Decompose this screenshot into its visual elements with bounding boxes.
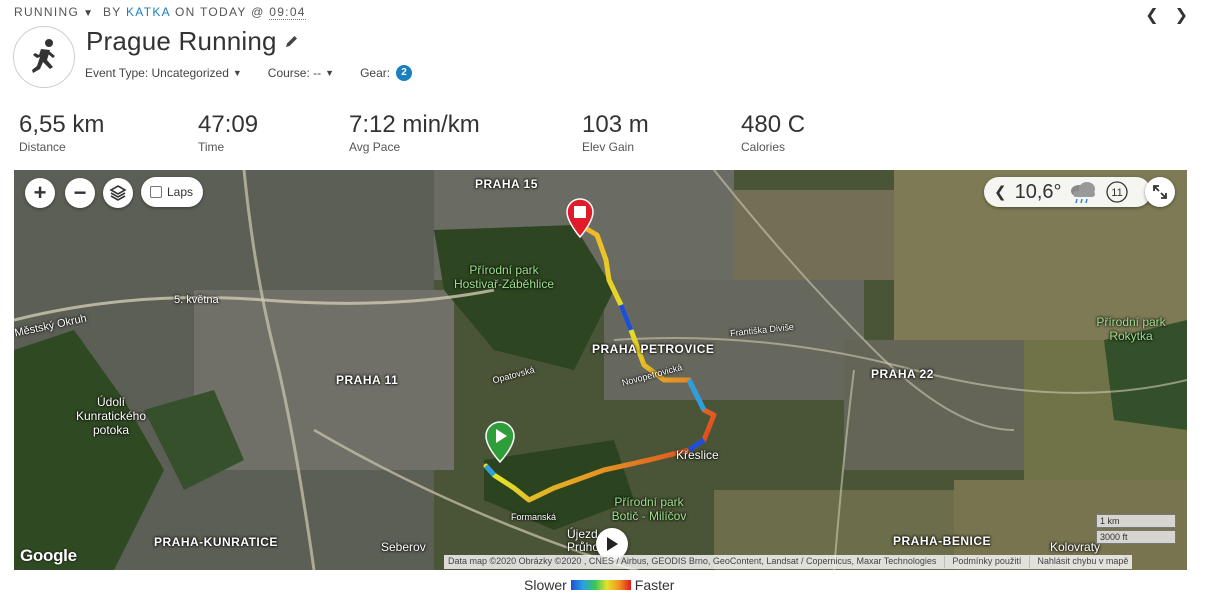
- fullscreen-button[interactable]: [1145, 177, 1175, 207]
- caret-down-icon[interactable]: ▼: [83, 8, 94, 19]
- stat-label: Distance: [19, 140, 66, 154]
- stat-label: Elev Gain: [582, 140, 635, 154]
- map-layers-button[interactable]: [103, 178, 133, 208]
- stat-time: 47:09 Time: [198, 111, 258, 154]
- activity-stats: 6,55 km Distance 47:09 Time 7:12 min/km Avg…: [19, 111, 1199, 161]
- map-scale: 1 km 3000 ft: [1096, 514, 1176, 546]
- activity-breadcrumb: RUNNING ▼ BY KATKA ON TODAY @ 09:04: [14, 5, 306, 20]
- running-icon: [13, 26, 75, 88]
- event-type-label: Event Type: Uncategorized: [85, 66, 229, 80]
- map-label: Seberov: [381, 540, 426, 554]
- rain-cloud-icon: [1070, 182, 1095, 204]
- park-label: Přírodní park Botič - Milíčov: [611, 495, 687, 523]
- legend-slower: Slower: [524, 577, 567, 593]
- terms-link[interactable]: Podmínky použití: [944, 556, 1021, 568]
- by-label: BY: [102, 5, 122, 19]
- gear-label: Gear:: [360, 66, 391, 80]
- legend-faster: Faster: [634, 577, 675, 593]
- stat-label: Calories: [741, 140, 786, 154]
- activity-type[interactable]: RUNNING: [14, 5, 79, 19]
- stat-distance: 6,55 km Distance: [19, 111, 104, 154]
- pace-legend: Slower Faster: [524, 577, 674, 593]
- map-attribution: Data map ©2020 Obrázky ©2020 , CNES / Ai…: [444, 555, 1133, 569]
- chevron-left-icon[interactable]: ❮: [994, 183, 1007, 201]
- map-label: Údolí Kunratického potoka: [75, 395, 147, 437]
- wind-speed: 11: [1111, 187, 1122, 199]
- scale-ft: 3000 ft: [1096, 530, 1176, 544]
- author-link[interactable]: KATKA: [126, 5, 170, 19]
- map-label: PRAHA 22: [871, 367, 934, 381]
- street-label: Formanská: [511, 512, 557, 522]
- google-logo: Google: [20, 546, 77, 565]
- temperature-value: 10,6°: [1014, 180, 1062, 203]
- stat-value: 103 m: [582, 111, 649, 138]
- zoom-out-button[interactable]: −: [65, 178, 95, 208]
- park-label: Přírodní park Rokytka: [1096, 315, 1166, 343]
- map-label: PRAHA PETROVICE: [592, 342, 715, 356]
- laps-label: Laps: [167, 185, 194, 199]
- expand-icon: [1153, 185, 1167, 199]
- pace-gradient-bar: [570, 580, 631, 590]
- stat-value: 7:12 min/km: [349, 111, 480, 138]
- gear-count-badge[interactable]: 2: [396, 65, 413, 81]
- report-link[interactable]: Nahlásit chybu v mapě: [1029, 556, 1128, 568]
- start-marker-icon[interactable]: [484, 421, 516, 463]
- activity-title[interactable]: Prague Running: [86, 26, 277, 57]
- map-label: PRAHA-BENICE: [893, 534, 992, 548]
- play-icon: [607, 537, 618, 551]
- course-label: Course: --: [267, 66, 322, 80]
- map-label: PRAHA 15: [475, 177, 538, 191]
- stat-label: Avg Pace: [349, 140, 401, 154]
- laps-toggle[interactable]: Laps: [141, 177, 203, 207]
- title-row: Prague Running: [86, 26, 298, 57]
- next-activity-icon[interactable]: ❯: [1175, 7, 1188, 24]
- park-label: Přírodní park Hostivař-Záběhlice: [453, 263, 555, 291]
- previous-activity-icon[interactable]: ❮: [1145, 7, 1158, 24]
- stat-elev-gain: 103 m Elev Gain: [582, 111, 649, 154]
- stat-label: Time: [198, 140, 225, 154]
- caret-down-icon: ▼: [325, 68, 335, 78]
- satellite-map-background[interactable]: [14, 170, 1187, 570]
- map-label: PRAHA-KUNRATICE: [154, 535, 278, 549]
- layers-icon: [109, 185, 127, 201]
- edit-pencil-icon[interactable]: [285, 35, 298, 48]
- stat-avg-pace: 7:12 min/km Avg Pace: [349, 111, 480, 154]
- stat-calories: 480 C Calories: [741, 111, 805, 154]
- wind-direction-icon: 11: [1105, 181, 1128, 203]
- stat-value: 47:09: [198, 111, 259, 138]
- event-type-dropdown[interactable]: Event Type: Uncategorized ▼: [85, 65, 242, 81]
- map-label: Křeslice: [676, 448, 719, 462]
- caret-down-icon: ▼: [232, 68, 242, 78]
- activity-meta: Event Type: Uncategorized ▼ Course: -- ▼ G…: [85, 65, 438, 81]
- weather-widget[interactable]: ❮ 10,6° 11: [984, 177, 1151, 207]
- map-label: PRAHA 11: [336, 373, 399, 387]
- finish-marker-icon[interactable]: [565, 198, 595, 238]
- activity-navigation: ❮ ❯: [1129, 5, 1188, 25]
- gear-selector[interactable]: Gear: 2: [360, 65, 413, 81]
- stat-value: 6,55 km: [19, 111, 105, 138]
- zoom-in-button[interactable]: +: [25, 178, 55, 208]
- laps-checkbox[interactable]: [150, 186, 162, 198]
- attribution-text: Data map ©2020 Obrázky ©2020 , CNES / Ai…: [448, 556, 937, 566]
- street-label: 5. května: [174, 294, 219, 306]
- activity-map[interactable]: PRAHA 15 PRAHA 11 PRAHA PETROVICE PRAHA …: [14, 170, 1187, 570]
- activity-time: 09:04: [269, 5, 306, 20]
- scale-km: 1 km: [1096, 514, 1176, 528]
- map-label: Kolovraty: [1050, 540, 1101, 554]
- on-label: ON TODAY @: [174, 5, 265, 19]
- course-dropdown[interactable]: Course: -- ▼: [268, 65, 334, 81]
- stat-value: 480 C: [741, 111, 806, 138]
